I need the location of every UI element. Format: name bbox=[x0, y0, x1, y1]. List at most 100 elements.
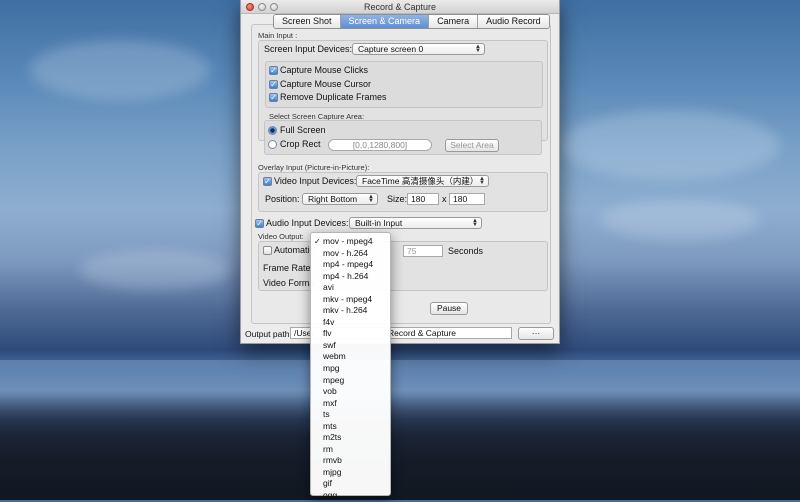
format-menu-item[interactable]: m2ts bbox=[311, 432, 390, 444]
format-menu-item[interactable]: mpg bbox=[311, 363, 390, 375]
format-menu-item-label: mp4 - h.264 bbox=[323, 270, 369, 281]
audio-input-device-value: Built-in Input bbox=[355, 218, 403, 228]
tab-bar: Screen Shot Screen & Camera Camera Audio… bbox=[273, 14, 550, 29]
position-select[interactable]: Right Bottom ▲ ▼ bbox=[302, 193, 378, 205]
format-menu-item[interactable]: rmvb bbox=[311, 455, 390, 467]
format-menu-item[interactable]: mkv - h.264 bbox=[311, 305, 390, 317]
check-icon: ✓ bbox=[314, 237, 321, 246]
format-menu-item[interactable]: mjpg bbox=[311, 467, 390, 479]
output-path-label: Output path: bbox=[245, 329, 292, 339]
format-menu-item[interactable]: swf bbox=[311, 340, 390, 352]
video-input-devices-select[interactable]: FaceTime 高清摄像头（内建） ▲ ▼ bbox=[356, 175, 489, 187]
seconds-label: Seconds bbox=[448, 246, 484, 256]
format-menu-item-label: rmvb bbox=[323, 455, 342, 466]
capture-area-box: Full Screen Crop Rect [0,0,1280,800] Sel… bbox=[264, 120, 542, 155]
format-menu-item-label: mxf bbox=[323, 397, 337, 408]
size-width-field[interactable]: 180 bbox=[407, 193, 439, 205]
position-label: Position: bbox=[265, 194, 300, 204]
capture-mouse-cursor-label: Capture Mouse Cursor bbox=[280, 79, 372, 89]
format-menu-item[interactable]: ts bbox=[311, 409, 390, 421]
video-format-menu: ✓ mov - mpeg4 mov - h.264 mp4 - mpeg4 mp4 - … bbox=[310, 232, 391, 500]
format-menu-item-label: mkv - mpeg4 bbox=[323, 293, 373, 304]
format-menu-item[interactable]: gif bbox=[311, 478, 390, 490]
capture-mouse-clicks-checkbox[interactable]: ✓ bbox=[269, 66, 278, 75]
size-label: Size: bbox=[387, 194, 408, 204]
format-menu-item[interactable]: mts bbox=[311, 421, 390, 433]
format-menu-item-label: mjpg bbox=[323, 466, 342, 477]
format-menu-item[interactable]: mxf bbox=[311, 398, 390, 410]
format-menu-item[interactable]: mkv - mpeg4 bbox=[311, 294, 390, 306]
window-title: Record & Capture bbox=[363, 2, 437, 12]
format-menu-item-label: gif bbox=[323, 478, 332, 489]
crop-rect-radio[interactable] bbox=[268, 140, 277, 149]
video-input-device-value: FaceTime 高清摄像头（内建） bbox=[362, 176, 479, 186]
format-menu-item-label: mkv - h.264 bbox=[323, 305, 368, 316]
video-output-box: Automatic 75 Seconds Frame Rate: Video F… bbox=[258, 241, 548, 291]
format-menu-item[interactable]: f4v bbox=[311, 317, 390, 329]
video-input-checkbox[interactable]: ✓ bbox=[263, 177, 272, 186]
main-input-section-label: Main Input : bbox=[258, 31, 298, 40]
full-screen-label: Full Screen bbox=[280, 125, 326, 135]
audio-input-devices-label: Audio Input Devices: bbox=[266, 218, 349, 228]
format-menu-item-label: mpeg bbox=[323, 374, 345, 385]
seconds-field[interactable]: 75 bbox=[403, 245, 443, 257]
format-menu-item[interactable]: avi bbox=[311, 282, 390, 294]
automatic-label: Automatic bbox=[274, 245, 315, 255]
audio-input-devices-select[interactable]: Built-in Input ▲ ▼ bbox=[349, 217, 482, 229]
format-menu-item-label: mpg bbox=[323, 363, 340, 374]
overlay-section-label: Overlay Input (Picture-in-Picture): bbox=[258, 163, 370, 172]
capture-mouse-clicks-label: Capture Mouse Clicks bbox=[280, 65, 369, 75]
format-menu-item[interactable]: mov - h.264 bbox=[311, 248, 390, 260]
browse-output-button[interactable]: ··· bbox=[518, 327, 554, 340]
format-menu-item[interactable]: vob bbox=[311, 386, 390, 398]
screen-input-devices-select[interactable]: Capture screen 0 ▲ ▼ bbox=[352, 43, 485, 55]
crop-rect-field[interactable]: [0,0,1280,800] bbox=[328, 139, 432, 151]
remove-duplicate-frames-checkbox[interactable]: ✓ bbox=[269, 93, 278, 102]
pause-button[interactable]: Pause bbox=[430, 302, 468, 315]
format-menu-item-label: flv bbox=[323, 328, 332, 339]
size-height-field[interactable]: 180 bbox=[449, 193, 485, 205]
format-menu-item-label: webm bbox=[323, 351, 346, 362]
screen-input-devices-value: Capture screen 0 bbox=[358, 44, 424, 54]
format-menu-item[interactable]: ✓ mov - mpeg4 bbox=[311, 236, 390, 248]
format-menu-item-label: m2ts bbox=[323, 432, 342, 443]
output-path-suffix: Record & Capture bbox=[388, 328, 457, 338]
select-area-button[interactable]: Select Area bbox=[445, 139, 499, 152]
overlay-box: ✓ Video Input Devices: FaceTime 高清摄像头（内建… bbox=[258, 172, 548, 212]
format-menu-item[interactable]: webm bbox=[311, 351, 390, 363]
format-menu-item-label: f4v bbox=[323, 316, 335, 327]
tab-camera[interactable]: Camera bbox=[429, 15, 479, 28]
automatic-checkbox[interactable] bbox=[263, 246, 272, 255]
format-menu-item[interactable]: rm bbox=[311, 444, 390, 456]
format-menu-item[interactable]: mpeg bbox=[311, 375, 390, 387]
format-menu-item-label: ts bbox=[323, 409, 330, 420]
updown-arrows-icon: ▲ ▼ bbox=[479, 176, 485, 186]
format-menu-item-label: vob bbox=[323, 386, 337, 397]
crop-rect-label: Crop Rect bbox=[280, 139, 321, 149]
size-x-label: x bbox=[442, 194, 447, 204]
full-screen-radio[interactable] bbox=[268, 126, 277, 135]
video-output-section-label: Video Output: bbox=[258, 232, 304, 241]
audio-input-checkbox[interactable]: ✓ bbox=[255, 219, 264, 228]
format-menu-item-label: mov - h.264 bbox=[323, 247, 368, 258]
tab-screen-and-camera[interactable]: Screen & Camera bbox=[340, 15, 430, 28]
screen-input-devices-label: Screen Input Devices: bbox=[264, 44, 353, 54]
tab-content-panel: Main Input : Screen Input Devices: Captu… bbox=[251, 24, 551, 324]
updown-arrows-icon: ▲ ▼ bbox=[475, 44, 481, 54]
format-menu-item-label: mp4 - mpeg4 bbox=[323, 259, 374, 270]
position-value: Right Bottom bbox=[308, 194, 358, 204]
video-input-devices-label: Video Input Devices: bbox=[274, 176, 357, 186]
capture-options-box: ✓ Capture Mouse Clicks ✓ Capture Mouse C… bbox=[265, 61, 543, 108]
format-menu-item-label: mts bbox=[323, 420, 337, 431]
format-menu-item[interactable]: mp4 - h.264 bbox=[311, 271, 390, 283]
format-menu-item[interactable]: mp4 - mpeg4 bbox=[311, 259, 390, 271]
tab-screen-shot[interactable]: Screen Shot bbox=[274, 15, 341, 28]
format-menu-item-label: avi bbox=[323, 282, 334, 293]
format-menu-item-label: mov - mpeg4 bbox=[323, 236, 373, 246]
tab-audio-record[interactable]: Audio Record bbox=[478, 15, 549, 28]
title-bar[interactable]: Record & Capture bbox=[241, 0, 559, 14]
frame-rate-label: Frame Rate: bbox=[263, 263, 314, 273]
format-menu-item[interactable]: flv bbox=[311, 328, 390, 340]
updown-arrows-icon: ▲ ▼ bbox=[368, 194, 374, 204]
capture-mouse-cursor-checkbox[interactable]: ✓ bbox=[269, 80, 278, 89]
